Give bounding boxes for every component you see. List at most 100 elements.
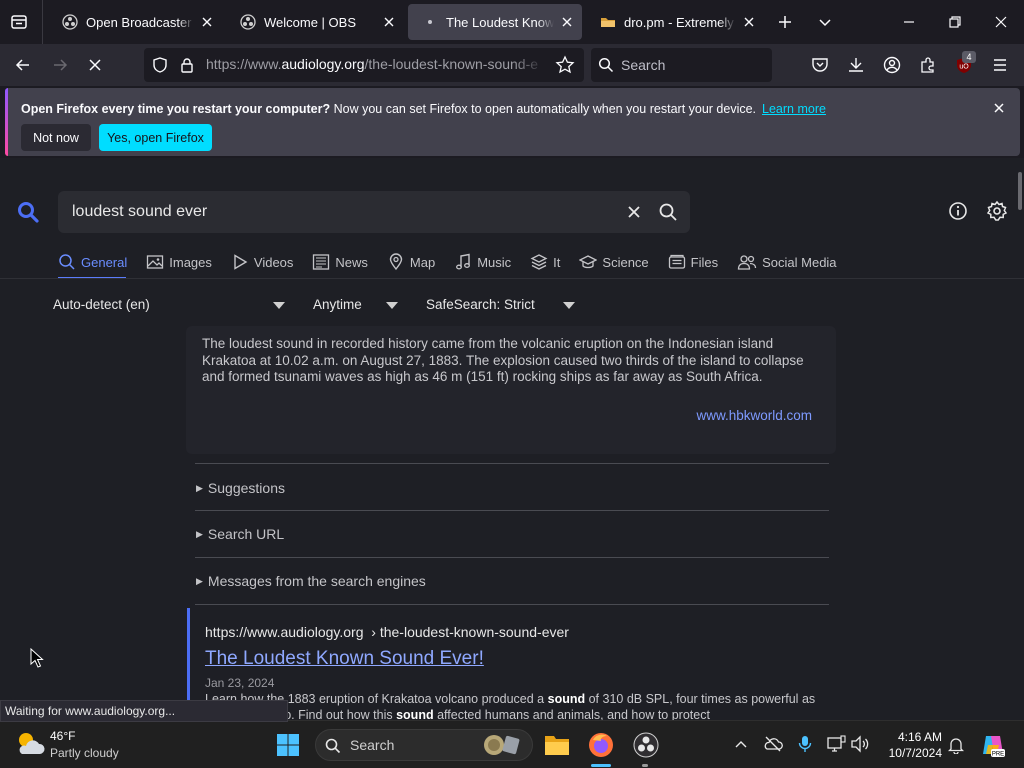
category-videos[interactable]: Videos <box>231 250 313 274</box>
stop-loading-icon[interactable] <box>86 56 104 74</box>
learn-more-link[interactable]: Learn more <box>762 102 826 116</box>
settings-gear-icon[interactable] <box>986 200 1008 222</box>
graduation-cap-icon <box>579 255 598 269</box>
safesearch-select[interactable]: SafeSearch: Strict <box>426 297 535 312</box>
category-files[interactable]: Files <box>668 250 737 274</box>
engine-messages-toggle[interactable]: ▶ Messages from the search engines <box>196 573 426 589</box>
triangle-right-icon: ▶ <box>196 575 203 586</box>
play-icon <box>234 254 248 270</box>
navigation-toolbar: https://www.audiology.org/the-loudest-kn… <box>0 44 1024 86</box>
time-range-select[interactable]: Anytime <box>313 297 362 312</box>
tab-obs-download[interactable]: Open Broadcaster Softw <box>48 4 222 40</box>
close-tab-icon[interactable] <box>382 15 396 29</box>
category-music[interactable]: Music <box>454 250 530 274</box>
image-icon <box>147 255 164 269</box>
volume-icon[interactable] <box>850 735 870 753</box>
tab-welcome-obs[interactable]: Welcome | OBS <box>226 4 404 40</box>
result-url[interactable]: https://www.audiology.org › the-loudest-… <box>205 624 569 640</box>
extensions-puzzle-icon[interactable] <box>918 55 938 75</box>
clear-query-icon[interactable] <box>626 204 642 220</box>
url-prefix: https://www. <box>206 56 282 72</box>
restore-icon[interactable] <box>946 13 964 31</box>
close-notification-icon[interactable] <box>992 101 1006 115</box>
answer-box: The loudest sound in recorded history ca… <box>186 326 836 454</box>
result-snippet: Learn how the 1883 eruption of Krakatoa … <box>205 691 825 720</box>
downloads-icon[interactable] <box>846 55 866 75</box>
tab-dro-pm[interactable]: dro.pm - Extremely Sho <box>586 4 764 40</box>
tab-loudest-sound[interactable]: The Loudest Known Sou <box>408 4 582 40</box>
result-date: Jan 23, 2024 <box>205 676 275 690</box>
back-icon[interactable] <box>14 56 32 74</box>
chevron-down-icon[interactable] <box>386 302 398 309</box>
pocket-icon[interactable] <box>810 55 830 75</box>
copilot-icon[interactable]: PRE <box>980 732 1006 758</box>
category-science[interactable]: Science <box>579 250 667 274</box>
category-label: News <box>335 254 368 270</box>
info-icon[interactable] <box>948 201 968 221</box>
suggestions-toggle[interactable]: ▶ Suggestions <box>196 480 285 496</box>
system-clock[interactable]: 4:16 AM 10/7/2024 <box>880 729 942 761</box>
account-icon[interactable] <box>882 55 902 75</box>
language-select[interactable]: Auto-detect (en) <box>53 297 150 312</box>
category-it[interactable]: It <box>530 250 579 274</box>
display-icon[interactable] <box>826 735 846 753</box>
new-tab-icon[interactable] <box>776 13 794 31</box>
folder-icon <box>601 18 615 27</box>
windows-start-icon[interactable] <box>276 733 300 757</box>
search-query-input[interactable]: loudest sound ever <box>58 191 690 233</box>
menu-hamburger-icon[interactable] <box>990 55 1010 75</box>
close-window-icon[interactable] <box>992 13 1010 31</box>
answer-source-link[interactable]: www.hbkworld.com <box>696 408 812 423</box>
answer-text: The loudest sound in recorded history ca… <box>202 336 804 385</box>
running-app-indicator <box>642 764 648 767</box>
search-submit-icon[interactable] <box>658 202 678 222</box>
chevron-down-icon[interactable] <box>816 13 834 31</box>
notification-bell-icon[interactable] <box>948 736 964 754</box>
chevron-down-icon[interactable] <box>273 302 285 309</box>
category-images[interactable]: Images <box>146 250 231 274</box>
lock-icon[interactable] <box>178 56 196 74</box>
result-url-path: › the-loudest-known-sound-ever <box>371 624 569 640</box>
active-app-indicator <box>591 764 611 767</box>
divider <box>195 463 829 464</box>
url-bar[interactable]: https://www.audiology.org/the-loudest-kn… <box>144 48 584 82</box>
category-label: Social Media <box>762 254 837 270</box>
bookmark-star-icon[interactable] <box>555 55 575 75</box>
ublock-badge: 4 <box>962 51 976 63</box>
microphone-icon[interactable] <box>797 735 813 753</box>
close-tab-icon[interactable] <box>742 15 756 29</box>
windows-taskbar: 46°F Partly cloudy Search 4:16 AM 10/7/2… <box>0 720 1024 768</box>
result-title-link[interactable]: The Loudest Known Sound Ever! <box>205 648 484 670</box>
file-explorer-icon[interactable] <box>543 732 571 758</box>
triangle-right-icon: ▶ <box>196 528 203 539</box>
category-social-media[interactable]: Social Media <box>737 250 855 274</box>
search-url-toggle[interactable]: ▶ Search URL <box>196 526 284 542</box>
firefox-icon[interactable] <box>588 732 614 758</box>
list-all-tabs-icon[interactable] <box>10 13 28 31</box>
onedrive-offline-icon[interactable] <box>763 735 783 753</box>
taskbar-search-box[interactable]: Search <box>315 729 533 761</box>
tracking-protection-shield-icon[interactable] <box>151 56 169 74</box>
chevron-up-icon[interactable] <box>733 737 749 753</box>
close-tab-icon[interactable] <box>560 15 574 29</box>
obs-studio-icon[interactable] <box>633 732 659 758</box>
partly-cloudy-icon[interactable] <box>14 729 46 759</box>
category-general[interactable]: General <box>58 250 146 274</box>
suggestions-label: Suggestions <box>207 480 285 496</box>
divider <box>0 278 1024 279</box>
chevron-down-icon[interactable] <box>563 302 575 309</box>
yes-open-firefox-button[interactable]: Yes, open Firefox <box>99 124 212 151</box>
snippet-highlight: sound <box>547 692 586 706</box>
category-news[interactable]: News <box>312 250 387 274</box>
page-scrollbar[interactable] <box>1018 172 1022 210</box>
category-label: It <box>553 254 561 270</box>
files-icon <box>668 254 685 269</box>
search-logo-icon[interactable] <box>16 200 40 224</box>
divider <box>42 0 43 44</box>
close-tab-icon[interactable] <box>200 15 214 29</box>
search-bar[interactable]: Search <box>591 48 772 82</box>
not-now-button[interactable]: Not now <box>21 124 91 151</box>
minimize-icon[interactable] <box>900 13 918 31</box>
category-map[interactable]: Map <box>387 250 454 274</box>
url-path: /the-loudest-known-sound-e <box>364 56 539 72</box>
